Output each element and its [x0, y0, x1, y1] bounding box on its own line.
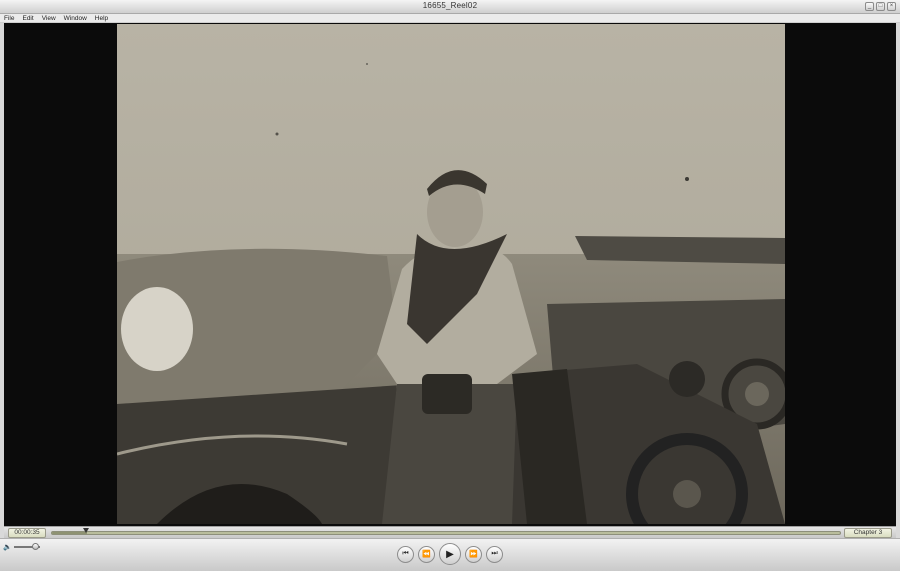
menu-edit[interactable]: Edit	[22, 14, 33, 22]
playhead-icon[interactable]	[82, 528, 89, 533]
volume-control: 🔈	[3, 543, 40, 551]
player-window: 16655_Reel02 _ □ × File Edit View Window…	[0, 0, 900, 571]
menu-bar: File Edit View Window Help	[0, 14, 900, 23]
video-frame[interactable]	[117, 24, 785, 524]
menu-view[interactable]: View	[42, 14, 56, 22]
next-chapter-button[interactable]: ⏭	[486, 545, 503, 563]
volume-slider[interactable]	[13, 543, 40, 550]
window-title: 16655_Reel02	[422, 1, 478, 10]
timeline-bar: 00:00:35 Chapter 3	[4, 526, 896, 538]
video-still	[117, 24, 785, 524]
menu-window[interactable]: Window	[64, 14, 87, 22]
menu-file[interactable]: File	[4, 14, 14, 22]
window-controls: _ □ ×	[865, 2, 896, 11]
rewind-button[interactable]: ⏪	[418, 545, 435, 563]
close-button[interactable]: ×	[887, 2, 896, 11]
play-button[interactable]: ▶	[439, 543, 461, 565]
minimize-button[interactable]: _	[865, 2, 874, 11]
time-readout: 00:00:35	[8, 528, 46, 538]
volume-knob[interactable]	[32, 543, 40, 550]
seek-track[interactable]	[51, 531, 841, 535]
menu-help[interactable]: Help	[95, 14, 108, 22]
seek-progress	[52, 532, 87, 534]
title-bar[interactable]: 16655_Reel02 _ □ ×	[0, 0, 900, 14]
control-bar: 🔈 ⏮ ⏪ ▶ ⏩ ⏭	[0, 538, 900, 571]
speaker-icon[interactable]: 🔈	[3, 543, 12, 551]
maximize-button[interactable]: □	[876, 2, 885, 11]
chapter-menu-button[interactable]: Chapter 3	[844, 528, 892, 538]
previous-chapter-button[interactable]: ⏮	[397, 545, 414, 563]
fast-forward-button[interactable]: ⏩	[465, 545, 482, 563]
transport-controls: ⏮ ⏪ ▶ ⏩ ⏭	[397, 543, 503, 565]
video-area[interactable]	[4, 23, 896, 526]
